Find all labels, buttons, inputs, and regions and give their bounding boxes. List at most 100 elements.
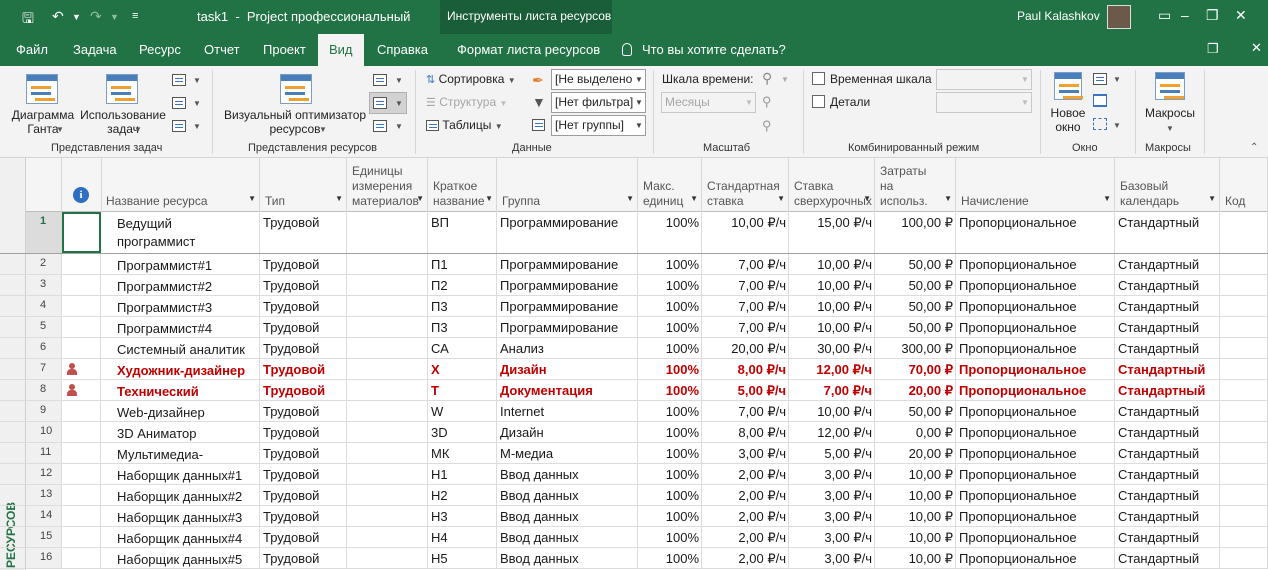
avatar[interactable] [1107,5,1131,29]
table-cell[interactable]: 100% [638,422,702,442]
table-cell[interactable]: 10,00 ₽/ч [789,275,875,295]
row-number[interactable]: 8 [26,380,62,400]
table-cell[interactable] [1220,380,1268,400]
table-cell[interactable]: 7,00 ₽/ч [702,317,789,337]
table-cell[interactable]: 50,00 ₽ [875,275,956,295]
table-cell[interactable]: 2,00 ₽/ч [702,506,789,526]
table-cell[interactable]: Пропорциональное [956,317,1115,337]
col-group[interactable]: Группа ▼ [497,158,638,212]
table-cell[interactable]: 2,00 ₽/ч [702,527,789,547]
table-cell[interactable]: Технический писатель [101,380,260,400]
table-row[interactable]: 14 Наборщик данных#3 Трудовой Н3 Ввод данных… [0,506,1268,527]
table-cell[interactable]: 12,00 ₽/ч [789,422,875,442]
table-cell[interactable]: 50,00 ₽ [875,317,956,337]
tell-me-search[interactable]: Что вы хотите сделать? [622,42,786,57]
table-cell[interactable] [347,443,428,463]
table-cell[interactable]: 70,00 ₽ [875,359,956,379]
indicator-cell[interactable] [62,506,101,526]
user-name[interactable]: Paul Kalashkov [1017,9,1100,23]
column-filter-arrow-icon[interactable]: ▼ [863,191,871,206]
table-cell[interactable]: Пропорциональное [956,359,1115,379]
column-filter-arrow-icon[interactable]: ▼ [248,191,256,206]
row-number[interactable]: 6 [26,338,62,358]
table-cell[interactable]: Трудовой [260,338,347,358]
details-checkbox[interactable] [812,95,825,108]
table-cell[interactable]: 7,00 ₽/ч [702,401,789,421]
table-row[interactable]: 13 Наборщик данных#2 Трудовой Н2 Ввод данных… [0,485,1268,506]
table-cell[interactable]: 10,00 ₽/ч [789,401,875,421]
col-select-all[interactable] [26,158,62,212]
table-cell[interactable]: П2 [428,275,497,295]
column-filter-arrow-icon[interactable]: ▼ [335,191,343,206]
table-cell[interactable] [347,380,428,400]
row-number[interactable]: 7 [26,359,62,379]
table-cell[interactable]: 100% [638,317,702,337]
table-cell[interactable]: 10,00 ₽/ч [702,212,789,253]
table-cell[interactable]: Ввод данных [497,506,638,526]
table-cell[interactable]: W [428,401,497,421]
table-cell[interactable] [1220,359,1268,379]
row-number[interactable]: 3 [26,275,62,295]
resource-form-icon[interactable] [373,120,387,132]
table-cell[interactable]: 20,00 ₽ [875,380,956,400]
table-cell[interactable]: Трудовой [260,464,347,484]
table-cell[interactable]: Пропорциональное [956,506,1115,526]
table-cell[interactable]: Трудовой [260,401,347,421]
tab-report[interactable]: Отчет [204,42,240,57]
table-cell[interactable]: Н3 [428,506,497,526]
table-cell[interactable]: Пропорциональное [956,338,1115,358]
column-filter-arrow-icon[interactable]: ▼ [1103,191,1111,206]
table-row[interactable]: 3 Программист#2 Трудовой П2 Программирование… [0,275,1268,296]
restore-ribbon-icon[interactable]: ❐ [1207,41,1219,57]
table-cell[interactable]: 5,00 ₽/ч [789,443,875,463]
table-cell[interactable]: 10,00 ₽ [875,464,956,484]
table-cell[interactable]: 100% [638,464,702,484]
table-cell[interactable]: ВП [428,212,497,253]
undo-icon[interactable]: ↶ [52,8,64,25]
indicator-cell[interactable] [62,464,101,484]
table-cell[interactable]: Н1 [428,464,497,484]
table-cell[interactable] [347,548,428,568]
table-cell[interactable] [1220,275,1268,295]
row-number[interactable]: 4 [26,296,62,316]
table-cell[interactable]: 7,00 ₽/ч [702,254,789,274]
table-row[interactable]: 15 Наборщик данных#4 Трудовой Н4 Ввод данных… [0,527,1268,548]
table-cell[interactable] [347,296,428,316]
table-cell[interactable] [1220,338,1268,358]
table-cell[interactable]: 100% [638,527,702,547]
table-row[interactable]: 1 Ведущий программист Трудовой ВП Программир… [0,212,1268,254]
table-cell[interactable]: Стандартный [1115,464,1220,484]
table-cell[interactable]: 3,00 ₽/ч [789,527,875,547]
table-cell[interactable]: 100% [638,380,702,400]
resource-usage-icon[interactable] [373,74,387,86]
table-cell[interactable]: Стандартный [1115,359,1220,379]
column-filter-arrow-icon[interactable]: ▼ [1208,191,1216,206]
table-cell[interactable]: 0,00 ₽ [875,422,956,442]
table-cell[interactable]: 10,00 ₽ [875,527,956,547]
tab-project[interactable]: Проект [263,42,306,57]
zoom-entire-project-icon[interactable]: ⚲ [762,94,772,110]
indicator-cell[interactable] [62,527,101,547]
table-cell[interactable]: 10,00 ₽/ч [789,296,875,316]
other-views-icon[interactable] [172,120,186,132]
calendar-view-icon[interactable] [172,97,186,109]
table-cell[interactable] [1220,212,1268,253]
table-cell[interactable]: Ввод данных [497,548,638,568]
table-cell[interactable]: Пропорциональное [956,548,1115,568]
table-cell[interactable]: 100,00 ₽ [875,212,956,253]
table-cell[interactable]: Стандартный [1115,380,1220,400]
task-usage-button[interactable]: Использование задач [78,108,168,136]
macros-button[interactable]: Макросы [1140,106,1200,120]
table-cell[interactable]: Ввод данных [497,527,638,547]
table-cell[interactable] [1220,443,1268,463]
table-cell[interactable] [347,212,428,253]
table-cell[interactable]: Трудовой [260,317,347,337]
column-filter-arrow-icon[interactable]: ▼ [416,191,424,206]
customize-qat-icon[interactable]: ≡ [132,10,138,22]
table-cell[interactable] [347,422,428,442]
indicator-cell[interactable] [62,212,101,253]
col-indicators[interactable]: i [62,158,102,212]
restore-icon[interactable]: ❐ [1206,7,1219,24]
undo-dropdown-icon[interactable]: ▼ [72,12,81,22]
row-number[interactable]: 10 [26,422,62,442]
